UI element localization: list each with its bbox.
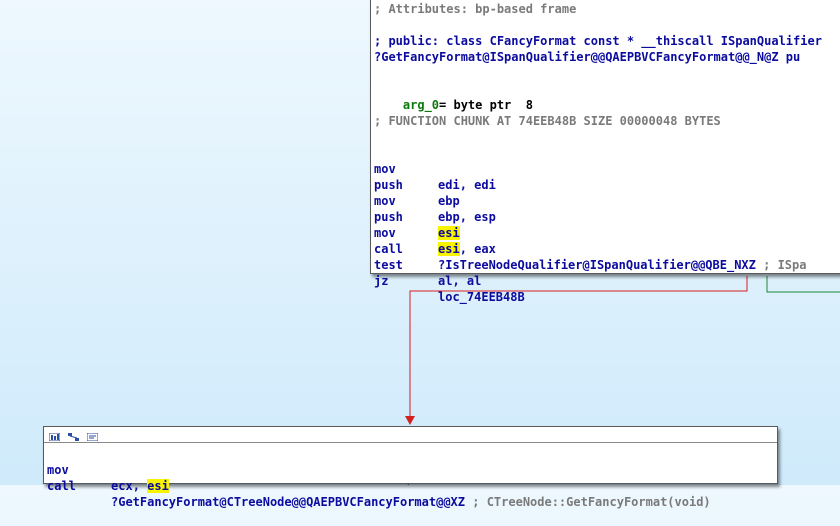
arg-definition: arg_0= byte ptr 8 <box>374 81 533 112</box>
operand-separator: , <box>452 274 467 288</box>
operand[interactable]: al <box>467 274 481 288</box>
call-target[interactable]: ?GetFancyFormat@CTreeNode@@QAEPBVCFancyF… <box>111 495 465 509</box>
instruction-row[interactable]: jz loc_74EEB48B <box>374 257 840 304</box>
edge-arrowhead <box>405 416 415 425</box>
operand[interactable]: ecx <box>111 479 133 493</box>
mnemonic: call <box>47 479 76 493</box>
instruction-row[interactable]: mov esi, eax <box>374 209 840 256</box>
instruction-row[interactable]: mov ecx, esi <box>47 446 775 493</box>
graph-color-icon[interactable] <box>48 430 61 442</box>
instruction-row[interactable]: call ?IsTreeNodeQualifier@ISpanQualifier… <box>374 225 840 272</box>
edge-jz-true <box>766 276 840 293</box>
prototype-comment: ; public: class CFancyFormat const * __t… <box>374 34 822 48</box>
function-chunk-comment: ; FUNCTION CHUNK AT 74EEB48B SIZE 000000… <box>374 114 721 128</box>
basic-block-entry[interactable]: ; Attributes: bp-based frame ; public: c… <box>370 0 840 304</box>
instruction-row[interactable]: mov edi, edi <box>374 145 840 192</box>
mnemonic: jz <box>374 274 389 288</box>
instruction-row[interactable]: push esi <box>374 193 840 240</box>
node-titlebar[interactable] <box>44 427 777 443</box>
instruction-row[interactable]: test al, al <box>374 241 840 288</box>
operand-separator: , <box>132 479 148 493</box>
function-name-label[interactable]: ?GetFancyFormat@ISpanQualifier@@QAEPBVCF… <box>374 49 800 65</box>
operand-highlighted[interactable]: esi <box>147 479 169 493</box>
node-text-icon[interactable] <box>86 430 99 442</box>
arg-def: = byte ptr 8 <box>439 98 533 112</box>
operand[interactable]: al <box>438 274 452 288</box>
instruction-row[interactable]: mov ebp, esp <box>374 177 840 224</box>
group-nodes-icon[interactable] <box>68 430 79 441</box>
call-comment: ; CTreeNode::GetFancyFormat(void) <box>465 495 711 509</box>
attributes-comment: ; Attributes: bp-based frame <box>374 2 577 16</box>
instruction-row[interactable]: push ebp <box>374 161 840 208</box>
arg-name[interactable]: arg_0 <box>403 98 439 112</box>
basic-block-get-fancy-format[interactable]: mov ecx, esi call ?GetFancyFormat@CTreeN… <box>43 426 778 509</box>
instruction-row[interactable]: call ?GetFancyFormat@CTreeNode@@QAEPBVCF… <box>47 462 775 509</box>
jump-target[interactable]: loc_74EEB48B <box>438 290 525 304</box>
